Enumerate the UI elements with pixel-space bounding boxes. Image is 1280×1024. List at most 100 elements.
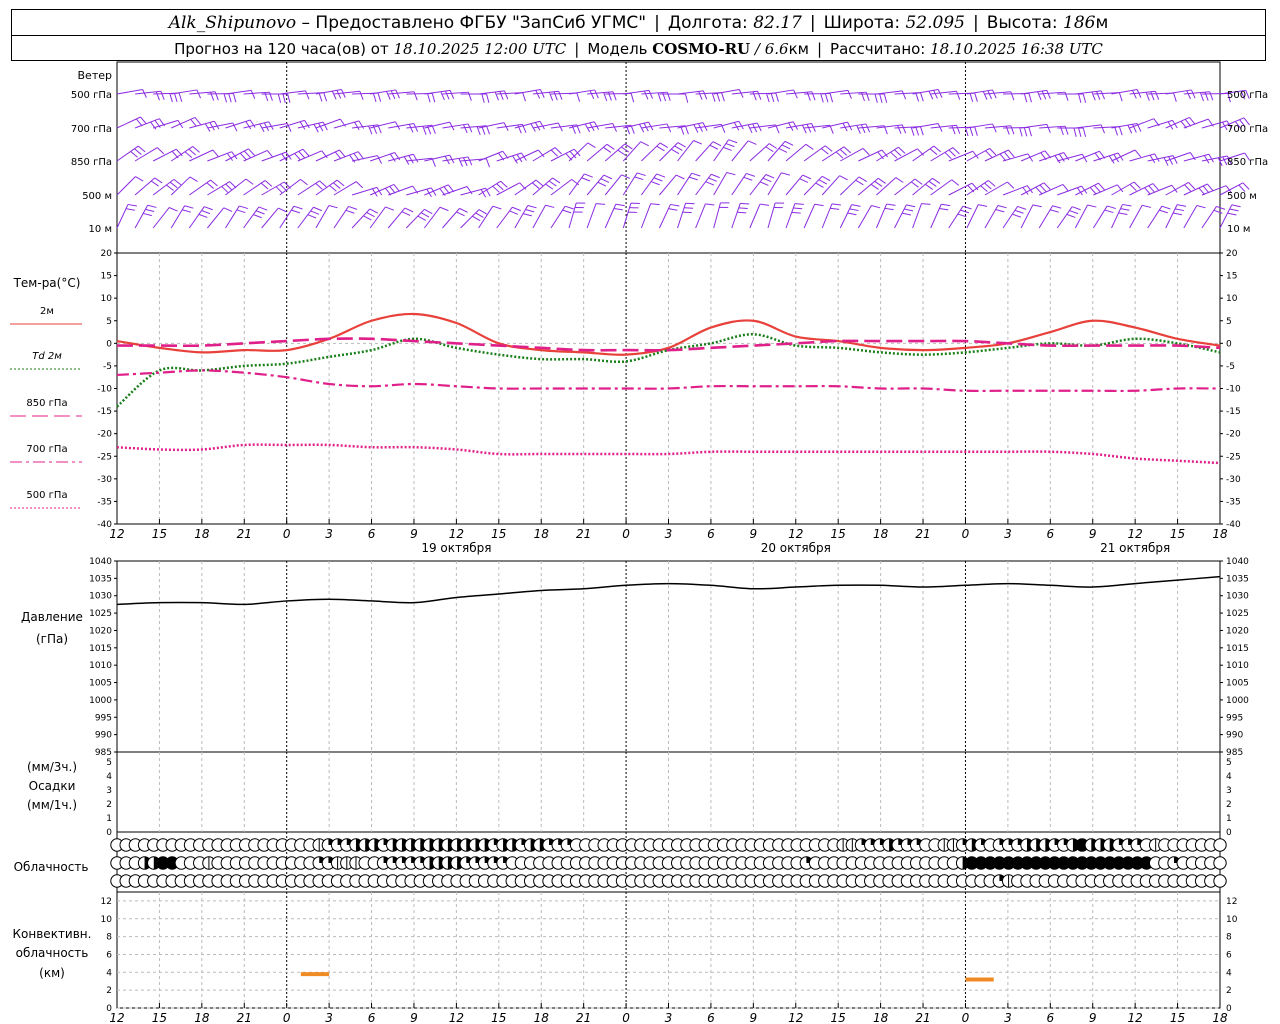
wind-barb [623, 89, 654, 100]
wind-barb-feather [1093, 184, 1101, 193]
wind-barb [207, 181, 237, 196]
wind-barb-feather [386, 91, 391, 100]
wind-barb [785, 91, 816, 101]
time-tick-label: 12 [788, 527, 803, 541]
wind-barb-staff [351, 208, 371, 229]
wind-barb-feather [485, 158, 491, 168]
wind-barb-feather [336, 90, 342, 99]
wind-barb-feather [417, 215, 426, 221]
wind-barb-feather [675, 174, 685, 180]
wind-barb [1075, 182, 1105, 196]
wind-barb-feather [1010, 91, 1015, 101]
wind-barb [1039, 152, 1070, 164]
wind-barb-feather [372, 93, 377, 103]
wind-barb-feather [738, 121, 744, 130]
wind-barb-feather [677, 142, 686, 148]
wind-barb-feather [1054, 155, 1061, 164]
wind-barb-staff [1165, 181, 1189, 196]
wind-barb-feather [1209, 91, 1214, 101]
time-tick-label: 15 [1170, 527, 1185, 541]
wind-barb-feather [855, 179, 864, 186]
wind-barb-feather [1069, 210, 1079, 215]
wind-barb-staff [297, 180, 320, 196]
wind-barb-feather [188, 148, 197, 156]
wind-barb-feather [221, 186, 229, 194]
wind-barb-feather [354, 121, 360, 131]
wind-barb-staff [478, 205, 494, 229]
wind-barb-feather [1062, 184, 1069, 192]
wind-barb [496, 182, 527, 196]
wind-barb-feather [1207, 183, 1214, 192]
wind-barb-staff [134, 118, 160, 129]
wind-barb-feather [978, 204, 988, 207]
wind-barb-staff [604, 204, 617, 229]
temp-ytick-left: 15 [101, 272, 112, 282]
wind-barb-feather [648, 90, 654, 99]
wind-barb [460, 209, 487, 229]
wind-barb-feather [1150, 91, 1155, 101]
wind-barb-feather [239, 152, 247, 161]
wind-barb [731, 172, 755, 196]
wind-barb-feather [1152, 183, 1160, 191]
wind-barb-feather [684, 93, 689, 103]
wind-barb [1129, 153, 1160, 164]
wind-barb-feather [1231, 204, 1241, 208]
pressure-ytick-left: 985 [95, 748, 112, 758]
wind-barb-feather [890, 151, 898, 159]
wind-barb [297, 92, 328, 102]
wind-barb-feather [307, 214, 317, 219]
wind-barb-feather [1118, 212, 1128, 215]
wind-barb-staff [478, 180, 501, 196]
wind-barb-feather [1028, 93, 1032, 103]
wind-barb-feather [1161, 205, 1171, 210]
wind-barb [767, 202, 785, 229]
wind-barb-feather [666, 123, 672, 133]
wind-level-right: 850 гПа [1227, 157, 1268, 168]
wind-barb [514, 88, 545, 99]
precip-unit-1h: (мм/1ч.) [27, 798, 77, 812]
wind-barb-feather [192, 146, 200, 153]
wind-barb-feather [1096, 91, 1101, 100]
wind-barb-feather [408, 155, 414, 164]
wind-level-right: 700 гПа [1227, 124, 1268, 135]
wind-barb-feather [818, 179, 828, 185]
wind-barb [930, 203, 951, 229]
wind-barb-feather [525, 209, 535, 213]
wind-barb [749, 143, 778, 162]
wind-barb-feather [839, 149, 848, 156]
wind-barb [858, 177, 886, 196]
wind-barb-feather [805, 143, 814, 150]
wind-barb-feather [670, 203, 680, 207]
precip-ytick-right: 2 [1226, 800, 1232, 810]
wind-barb [1165, 89, 1196, 100]
temp-ytick-left: -10 [97, 385, 112, 395]
wind-barb-feather [500, 180, 508, 188]
wind-barb-staff [315, 118, 341, 129]
wind-barb-feather [752, 91, 757, 101]
pressure-ytick-right: 995 [1226, 713, 1243, 723]
wind-barb-feather [684, 125, 689, 135]
wind-barb-staff [695, 141, 714, 162]
wind-barb-feather [140, 116, 147, 125]
wind-barb-feather [895, 177, 904, 183]
wind-barb-feather [1114, 126, 1118, 136]
wind-level-left: 10 м [89, 224, 112, 235]
temp-legend-label: 700 гПа [26, 444, 67, 455]
wind-barb-staff [1038, 183, 1064, 196]
temp-ytick-left: -20 [97, 430, 112, 440]
temp-ytick-right: 15 [1226, 272, 1237, 282]
wind-barb [1003, 93, 1032, 103]
wind-barb [478, 150, 509, 162]
wind-barb-feather [1064, 126, 1069, 135]
wind-barb-staff [171, 116, 196, 129]
wind-barb-feather [781, 144, 791, 150]
wind-barb [803, 145, 833, 162]
wind-barb-feather [169, 181, 178, 189]
wind-barb-feather [815, 182, 824, 188]
wind-barb [803, 203, 824, 229]
wind-barb-feather [366, 211, 375, 218]
time-tick-label: 0 [283, 1011, 291, 1024]
temp-ytick-right: 0 [1226, 339, 1232, 349]
wind-barb [333, 120, 365, 131]
wind-barb [460, 93, 490, 103]
